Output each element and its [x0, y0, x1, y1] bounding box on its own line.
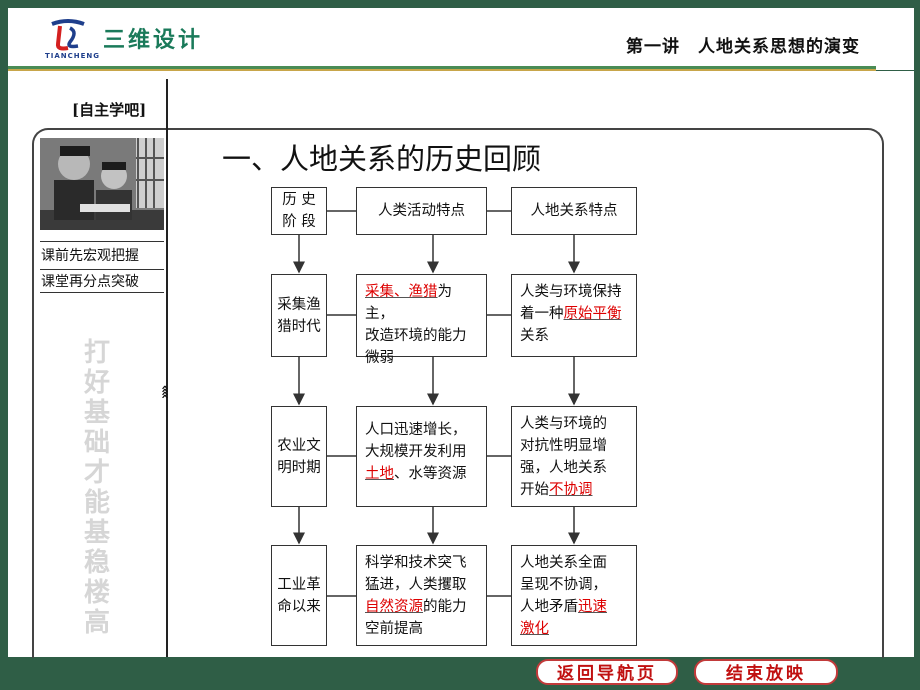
- slide-frame: TIANCHENG 三维设计 第一讲 人地关系思想的演变 [自主学吧] 课前先宏…: [0, 0, 920, 690]
- activity-cell-2: 人口迅速增长， 大规模开发利用 土地、水等资源: [356, 406, 487, 507]
- highlight-text: 自然资源: [365, 599, 423, 615]
- header-period: 历 史 阶 段: [271, 187, 327, 235]
- back-to-navigation-button[interactable]: 返回导航页: [536, 659, 678, 685]
- header-activity: 人类活动特点: [356, 187, 487, 235]
- activity-cell-3: 科学和技术突飞 猛进，人类攫取 自然资源的能力 空前提高: [356, 545, 487, 646]
- period-gathering-fishing: 采集渔 猎时代: [271, 274, 327, 357]
- highlight-text: 土地: [365, 466, 394, 482]
- highlight-text: 迅速: [578, 599, 607, 615]
- highlight-text: 采集、渔猎: [365, 284, 438, 300]
- relation-cell-3: 人地关系全面 呈现不协调， 人地矛盾迅速 激化: [511, 545, 637, 646]
- relation-cell-2: 人类与环境的 对抗性明显增 强，人地关系 开始不协调: [511, 406, 637, 507]
- highlight-text: 原始平衡: [563, 306, 622, 322]
- period-industrial: 工业革 命以来: [271, 545, 327, 646]
- activity-cell-1: 采集、渔猎为主， 改造环境的能力 微弱: [356, 274, 487, 366]
- end-slideshow-button[interactable]: 结束放映: [694, 659, 838, 685]
- header-relation: 人地关系特点: [511, 187, 637, 235]
- relation-cell-1: 人类与环境保持 着一种原始平衡 关系: [511, 274, 637, 357]
- period-agricultural: 农业文 明时期: [271, 406, 327, 507]
- highlight-text: 激化: [520, 621, 549, 637]
- highlight-text: 不协调: [549, 482, 593, 498]
